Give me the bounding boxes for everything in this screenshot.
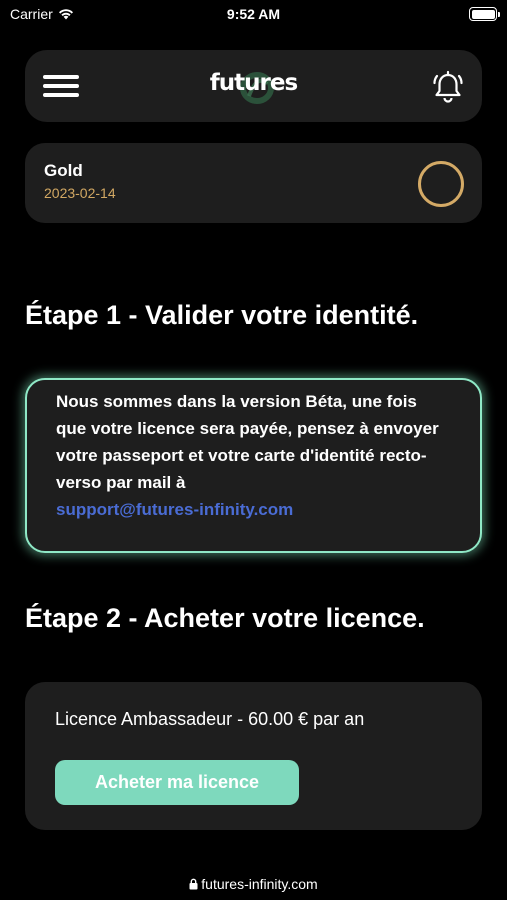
- browser-url-bar[interactable]: futures-infinity.com: [0, 876, 507, 892]
- support-email-link[interactable]: support@futures-infinity.com: [56, 496, 451, 523]
- gold-ring-icon: [418, 161, 464, 207]
- license-description: Licence Ambassadeur - 60.00 € par an: [55, 709, 365, 729]
- app-logo: futures: [25, 70, 482, 104]
- identity-info-text: Nous sommes dans la version Béta, une fo…: [56, 392, 439, 492]
- step2-heading: Étape 2 - Acheter votre licence.: [25, 603, 425, 633]
- status-bar: Carrier 9:52 AM: [0, 0, 507, 30]
- logo-text: futures: [209, 70, 298, 96]
- membership-card[interactable]: Gold 2023-02-14: [25, 143, 482, 223]
- bell-icon[interactable]: [432, 70, 464, 104]
- membership-date: 2023-02-14: [44, 185, 116, 201]
- status-time: 9:52 AM: [226, 6, 281, 22]
- battery-icon: [469, 7, 500, 21]
- lock-icon: [189, 878, 198, 890]
- top-navigation-bar: futures: [25, 50, 482, 122]
- identity-info-card: Nous sommes dans la version Béta, une fo…: [25, 378, 482, 553]
- buy-license-button[interactable]: Acheter ma licence: [55, 760, 299, 805]
- membership-tier: Gold: [44, 161, 83, 180]
- url-text: futures-infinity.com: [201, 876, 318, 892]
- license-card: Licence Ambassadeur - 60.00 € par an Ach…: [25, 682, 482, 830]
- step1-heading: Étape 1 - Valider votre identité.: [25, 300, 419, 330]
